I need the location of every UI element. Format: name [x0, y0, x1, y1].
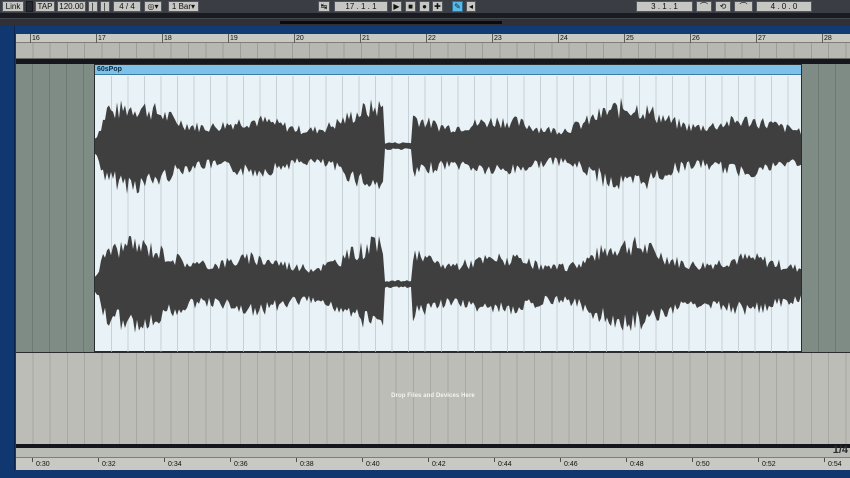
quantize-label: 1 Bar: [171, 2, 192, 11]
punch-in-icon[interactable]: ⌒: [696, 1, 712, 12]
beat-time-ruler[interactable]: 16 17 18 19 20 21 22 23 24 25 26 27 28: [16, 34, 850, 43]
ruler-tick: [30, 34, 31, 43]
time-label: 0:38: [300, 461, 314, 468]
bar-number: 24: [560, 35, 568, 42]
follow-icon[interactable]: ↹: [318, 1, 330, 12]
ruler-tick: [32, 458, 33, 462]
time-label: 0:42: [432, 461, 446, 468]
ruler-tick: [96, 34, 97, 43]
bar-number: 21: [362, 35, 370, 42]
ruler-tick: [624, 34, 625, 43]
bar-number: 25: [626, 35, 634, 42]
ruler-tick: [426, 34, 427, 43]
clip-name: 60sPop: [97, 66, 122, 73]
time-label: 0:50: [696, 461, 710, 468]
quantize-menu[interactable]: 1 Bar▾: [168, 1, 199, 12]
time-signature-field[interactable]: 4 / 4: [113, 1, 141, 12]
drop-area-text: Drop Files and Devices Here: [391, 393, 475, 399]
bar-number: 28: [824, 35, 832, 42]
time-label: 0:40: [366, 461, 380, 468]
link-button[interactable]: Link: [2, 1, 24, 12]
overview-view-window[interactable]: [280, 21, 502, 24]
time-label: 0:30: [36, 461, 50, 468]
arrangement-overview[interactable]: [0, 18, 850, 26]
ruler-tick: [98, 458, 99, 462]
bottom-edge-strip: [0, 470, 850, 478]
ruler-tick: [756, 34, 757, 43]
play-icon[interactable]: ▶: [391, 1, 402, 12]
lane-empty-right[interactable]: [802, 64, 850, 352]
ruler-tick: [492, 34, 493, 43]
overdub-icon[interactable]: ✚: [432, 1, 443, 12]
song-position-field[interactable]: 17 . 1 . 1: [334, 1, 388, 12]
bar-number: 26: [692, 35, 700, 42]
loop-start-field[interactable]: 3 . 1 . 1: [636, 1, 693, 12]
ruler-tick: [230, 458, 231, 462]
ruler-tick: [758, 458, 759, 462]
seconds-time-ruler[interactable]: 0:30 0:32 0:34 0:36 0:38 0:40 0:42 0:44 0:46 0:48…: [16, 457, 850, 470]
time-label: 0:36: [234, 461, 248, 468]
time-label: 0:32: [102, 461, 116, 468]
arrangement-view: 16 17 18 19 20 21 22 23 24 25 26 27 28 60sPop Drop F…: [0, 26, 850, 478]
time-label: 0:44: [498, 461, 512, 468]
ruler-tick: [824, 458, 825, 462]
ruler-tick: [690, 34, 691, 43]
ruler-tick: [296, 458, 297, 462]
nudge-down-button[interactable]: ❘❘: [88, 1, 98, 12]
tap-tempo-button[interactable]: TAP: [35, 1, 55, 12]
left-edge-strip: [0, 26, 15, 478]
bar-number: 22: [428, 35, 436, 42]
draw-mode-icon[interactable]: ✎: [452, 1, 463, 12]
ruler-tick: [558, 34, 559, 43]
ruler-tick: [228, 34, 229, 43]
ruler-tick: [362, 458, 363, 462]
computer-keyboard-icon[interactable]: ◂: [466, 1, 476, 12]
tempo-field[interactable]: 120.00: [57, 1, 86, 12]
clip-title-bar[interactable]: 60sPop: [95, 65, 801, 75]
ruler-tick: [164, 458, 165, 462]
bar-number: 23: [494, 35, 502, 42]
drop-area[interactable]: Drop Files and Devices Here: [16, 352, 850, 444]
audio-track-lane[interactable]: 60sPop: [16, 64, 850, 352]
scrub-area[interactable]: [16, 43, 850, 59]
bar-number: 18: [164, 35, 172, 42]
stop-icon[interactable]: ■: [405, 1, 416, 12]
ruler-tick: [822, 34, 823, 43]
ruler-tick: [560, 458, 561, 462]
ruler-tick: [162, 34, 163, 43]
lane-empty-left[interactable]: [16, 64, 94, 352]
time-label: 0:34: [168, 461, 182, 468]
loop-switch-icon[interactable]: ⟲: [715, 1, 731, 12]
bar-number: 17: [98, 35, 106, 42]
loop-length-field[interactable]: 4 . 0 . 0: [756, 1, 812, 12]
ruler-tick: [294, 34, 295, 43]
bar-number: 16: [32, 35, 40, 42]
ruler-tick: [494, 458, 495, 462]
bar-number: 19: [230, 35, 238, 42]
time-label: 0:46: [564, 461, 578, 468]
record-icon[interactable]: ●: [419, 1, 430, 12]
waveform-channel: [95, 97, 801, 194]
ruler-tick: [428, 458, 429, 462]
ruler-tick: [360, 34, 361, 43]
audio-clip[interactable]: 60sPop: [94, 64, 802, 352]
waveform-channel: [95, 235, 801, 333]
page-indicator: 1/4: [832, 444, 848, 456]
zoom-scroll-strip[interactable]: [16, 448, 850, 457]
nudge-up-button[interactable]: ❘❘: [100, 1, 110, 12]
ruler-tick: [626, 458, 627, 462]
ruler-tick: [692, 458, 693, 462]
bar-number: 20: [296, 35, 304, 42]
time-label: 0:52: [762, 461, 776, 468]
link-indicator-icon: [26, 1, 33, 12]
clip-waveform: [95, 76, 801, 352]
time-label: 0:54: [828, 461, 842, 468]
transport-bar: Link TAP 120.00 ❘❘ ❘❘ 4 / 4 ◎▾ 1 Bar▾ ↹ …: [0, 0, 850, 13]
metronome-icon[interactable]: ◎▾: [144, 1, 162, 12]
bar-number: 27: [758, 35, 766, 42]
punch-out-icon[interactable]: ⌒: [734, 1, 753, 12]
time-label: 0:48: [630, 461, 644, 468]
